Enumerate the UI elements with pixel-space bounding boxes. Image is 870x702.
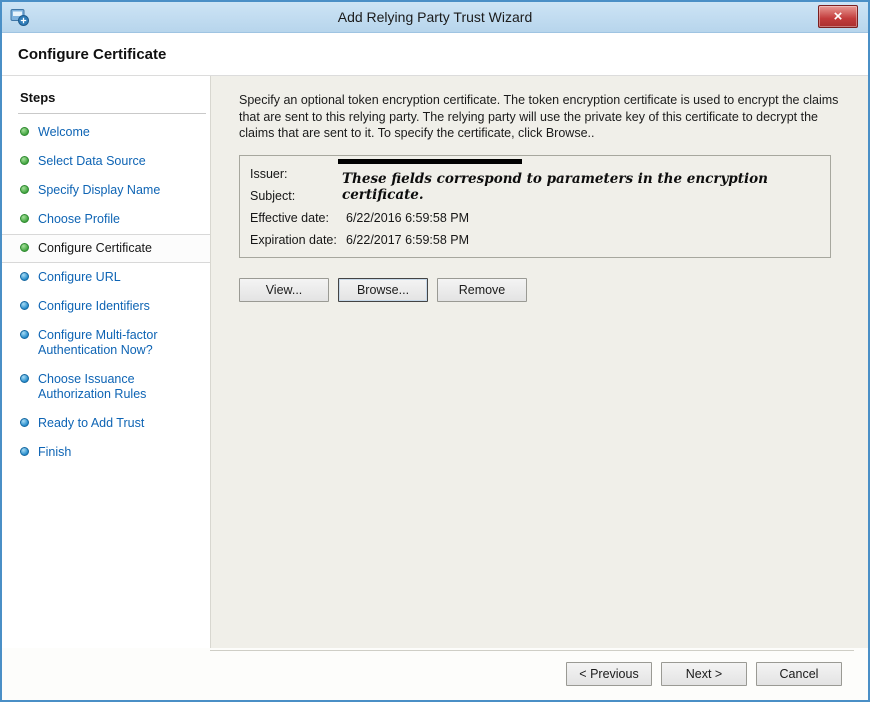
step-label: Ready to Add Trust <box>38 416 144 431</box>
title-bar: Add Relying Party Trust Wizard × <box>2 2 868 33</box>
step-label: Configure Certificate <box>38 241 152 256</box>
step-upcoming-icon <box>20 374 29 383</box>
next-button[interactable]: Next > <box>661 662 747 686</box>
view-button[interactable]: View... <box>239 278 329 302</box>
redacted-issuer-value <box>338 159 522 164</box>
sidebar-item-configure-identifiers[interactable]: Configure Identifiers <box>2 292 210 321</box>
certificate-details-box: These fields correspond to parameters in… <box>239 155 831 258</box>
step-label: Finish <box>38 445 71 460</box>
sidebar-item-configure-mfa[interactable]: Configure Multi-factor Authentication No… <box>2 321 210 365</box>
remove-button[interactable]: Remove <box>437 278 527 302</box>
field-label: Effective date: <box>250 207 346 229</box>
sidebar-item-specify-display-name[interactable]: Specify Display Name <box>2 176 210 205</box>
step-done-icon <box>20 185 29 194</box>
close-icon: × <box>834 8 843 25</box>
field-label: Subject: <box>250 185 346 207</box>
steps-list: Welcome Select Data Source Specify Displ… <box>2 118 210 467</box>
step-label: Configure Multi-factor Authentication No… <box>38 328 202 358</box>
step-done-icon <box>20 156 29 165</box>
sidebar-item-choose-issuance-rules[interactable]: Choose Issuance Authorization Rules <box>2 365 210 409</box>
field-value: 6/22/2016 6:59:58 PM <box>346 207 469 229</box>
field-label: Expiration date: <box>250 229 346 251</box>
step-label: Welcome <box>38 125 90 140</box>
wizard-body: Steps Welcome Select Data Source Specify… <box>2 76 868 648</box>
step-upcoming-icon <box>20 418 29 427</box>
step-upcoming-icon <box>20 447 29 456</box>
step-label: Choose Issuance Authorization Rules <box>38 372 202 402</box>
page-header: Configure Certificate <box>2 33 868 76</box>
step-done-icon <box>20 243 29 252</box>
window-title: Add Relying Party Trust Wizard <box>2 2 868 32</box>
step-label: Specify Display Name <box>38 183 160 198</box>
browse-button[interactable]: Browse... <box>338 278 428 302</box>
previous-button[interactable]: < Previous <box>566 662 652 686</box>
sidebar-item-configure-url[interactable]: Configure URL <box>2 263 210 292</box>
page-title: Configure Certificate <box>18 46 166 63</box>
wizard-window: Add Relying Party Trust Wizard × Configu… <box>0 0 870 702</box>
step-done-icon <box>20 127 29 136</box>
step-upcoming-icon <box>20 272 29 281</box>
description-text: Specify an optional token encryption cer… <box>239 92 839 142</box>
field-value: 6/22/2017 6:59:58 PM <box>346 229 469 251</box>
cancel-button[interactable]: Cancel <box>756 662 842 686</box>
steps-sidebar: Steps Welcome Select Data Source Specify… <box>2 76 210 648</box>
sidebar-item-ready-to-add-trust[interactable]: Ready to Add Trust <box>2 409 210 438</box>
step-upcoming-icon <box>20 330 29 339</box>
step-label: Select Data Source <box>38 154 146 169</box>
main-panel: Specify an optional token encryption cer… <box>210 76 868 648</box>
annotation-text: These fields correspond to parameters in… <box>342 171 818 203</box>
sidebar-item-configure-certificate[interactable]: Configure Certificate <box>2 234 210 263</box>
sidebar-item-finish[interactable]: Finish <box>2 438 210 467</box>
step-label: Configure Identifiers <box>38 299 150 314</box>
step-label: Configure URL <box>38 270 121 285</box>
sidebar-item-choose-profile[interactable]: Choose Profile <box>2 205 210 234</box>
step-done-icon <box>20 214 29 223</box>
sidebar-item-select-data-source[interactable]: Select Data Source <box>2 147 210 176</box>
certificate-field-effective-date: Effective date: 6/22/2016 6:59:58 PM <box>250 207 820 229</box>
sidebar-item-welcome[interactable]: Welcome <box>2 118 210 147</box>
certificate-actions: View... Browse... Remove <box>239 278 844 302</box>
step-label: Choose Profile <box>38 212 120 227</box>
steps-heading: Steps <box>18 90 206 114</box>
close-button[interactable]: × <box>818 5 858 28</box>
certificate-field-expiration-date: Expiration date: 6/22/2017 6:59:58 PM <box>250 229 820 251</box>
field-label: Issuer: <box>250 163 346 185</box>
wizard-footer: < Previous Next > Cancel <box>2 648 868 700</box>
step-upcoming-icon <box>20 301 29 310</box>
